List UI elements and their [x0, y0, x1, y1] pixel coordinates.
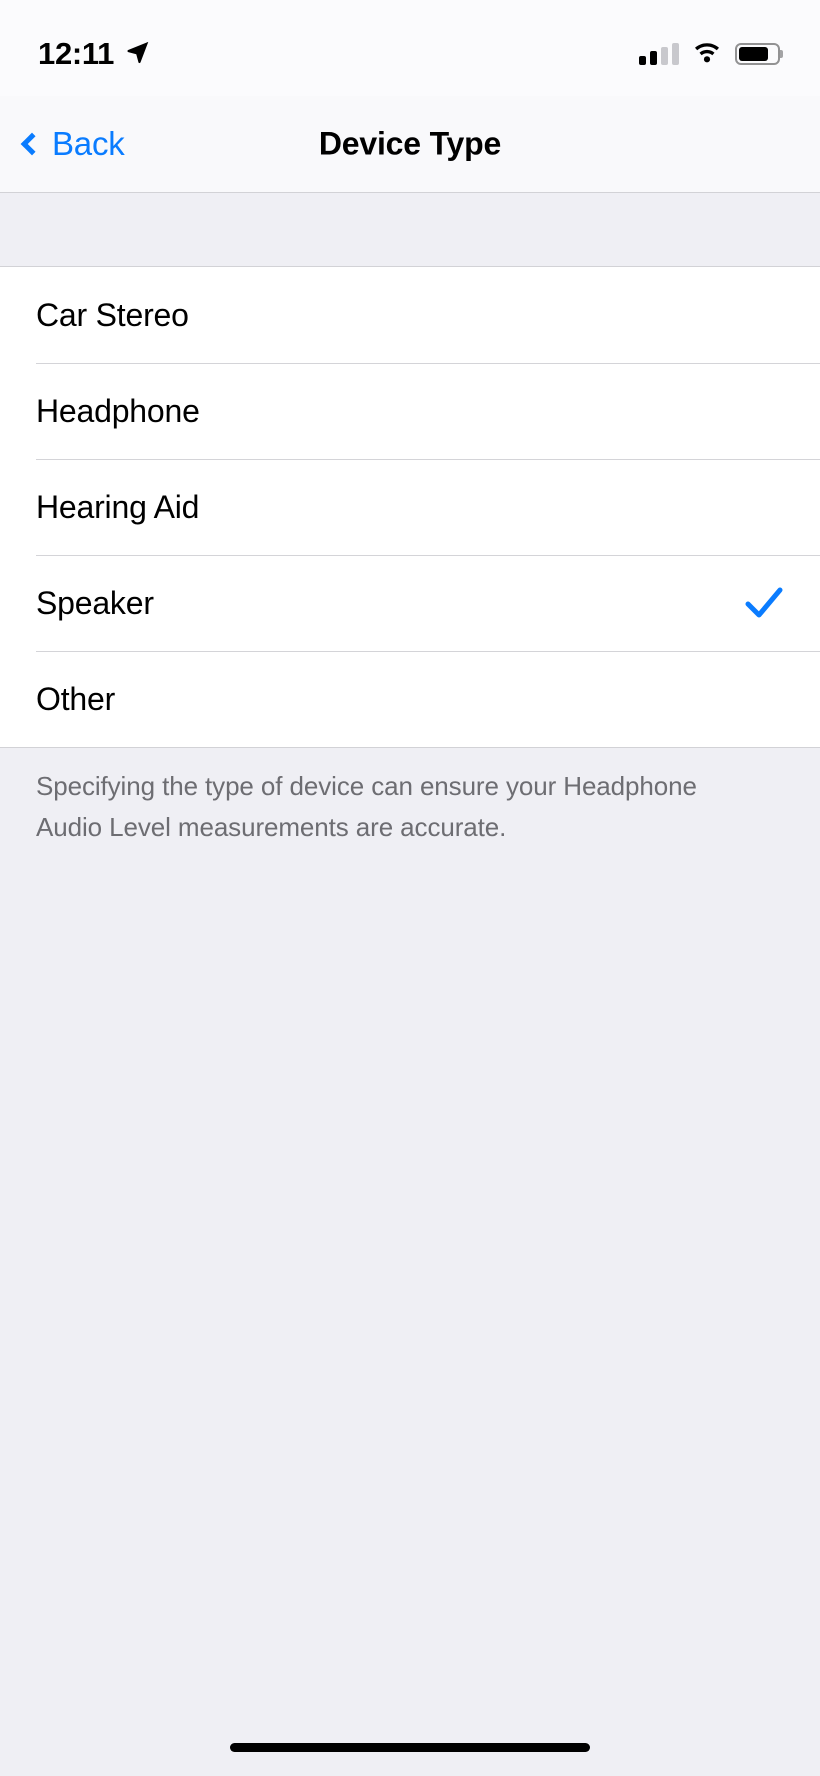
list-item-other[interactable]: Other: [0, 651, 820, 747]
device-type-list: Car Stereo Headphone Hearing Aid: [0, 266, 820, 748]
list-item-label: Car Stereo: [36, 297, 189, 334]
page-title: Device Type: [0, 126, 820, 163]
location-arrow-icon: [125, 39, 151, 70]
list-item-headphone[interactable]: Headphone: [0, 363, 820, 459]
battery-icon: [735, 43, 780, 65]
home-indicator[interactable]: [230, 1743, 590, 1752]
status-bar-right: [639, 40, 780, 68]
status-bar-clock: 12:11: [38, 36, 114, 72]
checkmark-icon: [744, 583, 784, 623]
status-bar: 12:11: [0, 0, 820, 96]
navigation-bar: Back Device Type: [0, 96, 820, 193]
status-bar-left: 12:11: [38, 36, 151, 72]
wifi-icon: [692, 40, 722, 68]
footer-note: Specifying the type of device can ensure…: [36, 766, 736, 848]
list-item-car-stereo[interactable]: Car Stereo: [0, 267, 820, 363]
list-item-speaker[interactable]: Speaker: [0, 555, 820, 651]
cellular-signal-icon: [639, 43, 679, 65]
section-spacer: [0, 194, 820, 266]
list-item-label: Hearing Aid: [36, 489, 199, 526]
list-item-label: Headphone: [36, 393, 200, 430]
list-item-hearing-aid[interactable]: Hearing Aid: [0, 459, 820, 555]
list-item-label: Speaker: [36, 585, 154, 622]
list-item-label: Other: [36, 681, 115, 718]
device-type-screen: 12:11: [0, 0, 820, 1776]
